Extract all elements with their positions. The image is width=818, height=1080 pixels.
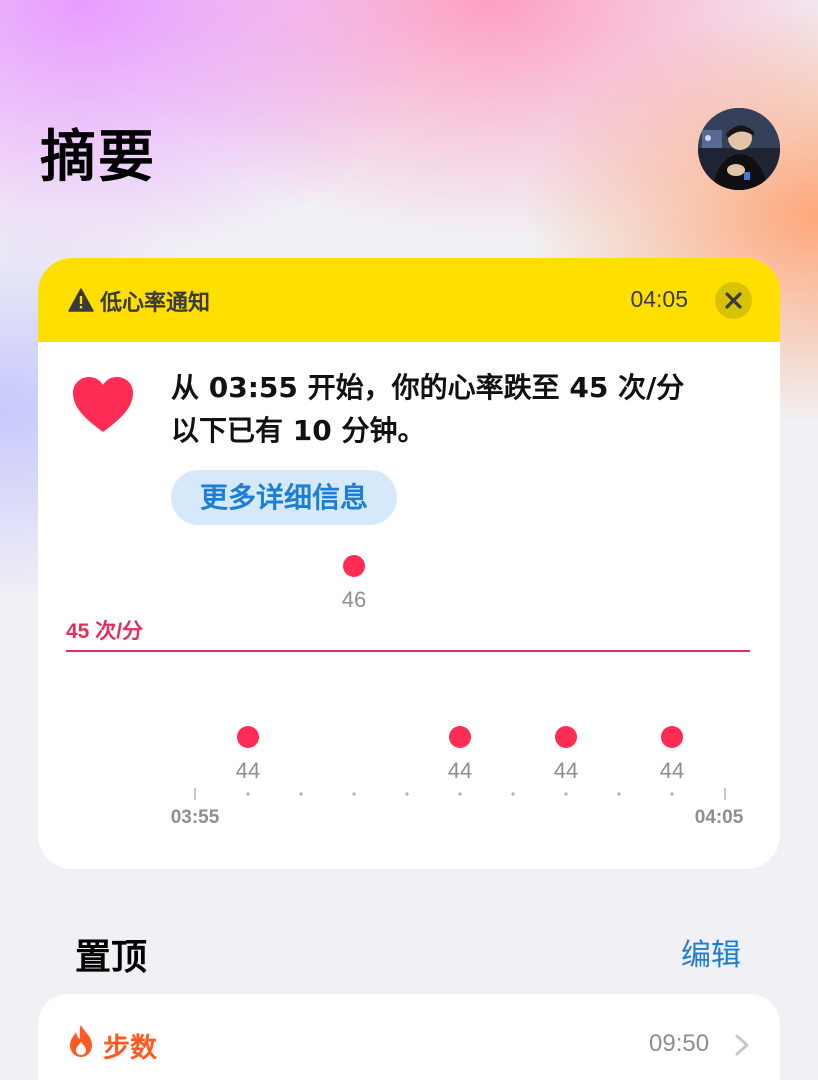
notification-message: 从 03:55 开始，你的心率跌至 45 次/分 以下已有 10 分钟。 <box>171 366 741 452</box>
steps-card[interactable]: 步数 09:50 <box>38 994 780 1080</box>
heart-icon <box>73 377 133 432</box>
threshold-label: 45 次/分 <box>66 619 143 643</box>
x-axis-minor-tick <box>405 792 409 796</box>
data-point-label: 46 <box>342 587 366 612</box>
x-axis-minor-tick <box>458 792 462 796</box>
x-axis-ticks <box>194 788 726 800</box>
notification-header: 低心率通知 04:05 <box>38 258 780 342</box>
more-details-button[interactable]: 更多详细信息 <box>171 470 397 525</box>
chevron-right-icon <box>735 1034 749 1056</box>
heart-rate-chart: 45 次/分 44 46 44 44 44 03:55 04:05 <box>66 555 750 828</box>
x-axis-minor-tick <box>670 792 674 796</box>
data-point-label: 44 <box>236 758 260 783</box>
warning-icon <box>68 288 94 312</box>
flame-icon <box>70 1025 92 1057</box>
steps-time: 09:50 <box>649 1030 710 1057</box>
close-button[interactable] <box>715 282 752 319</box>
x-axis-minor-tick <box>246 792 250 796</box>
data-point <box>661 726 683 748</box>
x-axis-minor-tick <box>511 792 515 796</box>
pinned-section-title: 置顶 <box>75 937 148 978</box>
notification-time: 04:05 <box>630 286 688 312</box>
x-end-label: 04:05 <box>695 807 744 828</box>
data-point <box>343 555 365 577</box>
low-heart-rate-card[interactable]: 低心率通知 04:05 从 03:55 开始，你的心率跌至 45 次/分 以下已… <box>38 258 780 869</box>
close-icon <box>725 292 742 309</box>
avatar-image <box>698 108 780 190</box>
data-point-label: 44 <box>554 758 578 783</box>
x-axis-minor-tick <box>299 792 303 796</box>
x-axis-minor-tick <box>564 792 568 796</box>
data-point-label: 44 <box>660 758 684 783</box>
avatar[interactable] <box>698 108 780 190</box>
x-axis-minor-tick <box>617 792 621 796</box>
page-title: 摘要 <box>40 125 156 190</box>
data-point <box>555 726 577 748</box>
message-line-2: 以下已有 10 分钟。 <box>171 414 426 447</box>
data-point <box>449 726 471 748</box>
edit-button[interactable]: 编辑 <box>681 930 741 974</box>
data-point <box>237 726 259 748</box>
data-point-label: 44 <box>448 758 472 783</box>
x-axis-minor-tick <box>352 792 356 796</box>
notification-title: 低心率通知 <box>100 291 211 316</box>
steps-label: 步数 <box>103 1033 157 1064</box>
message-line-1: 从 03:55 开始，你的心率跌至 45 次/分 <box>171 371 685 404</box>
x-start-label: 03:55 <box>171 807 220 828</box>
data-points: 44 46 44 44 44 <box>236 555 684 783</box>
